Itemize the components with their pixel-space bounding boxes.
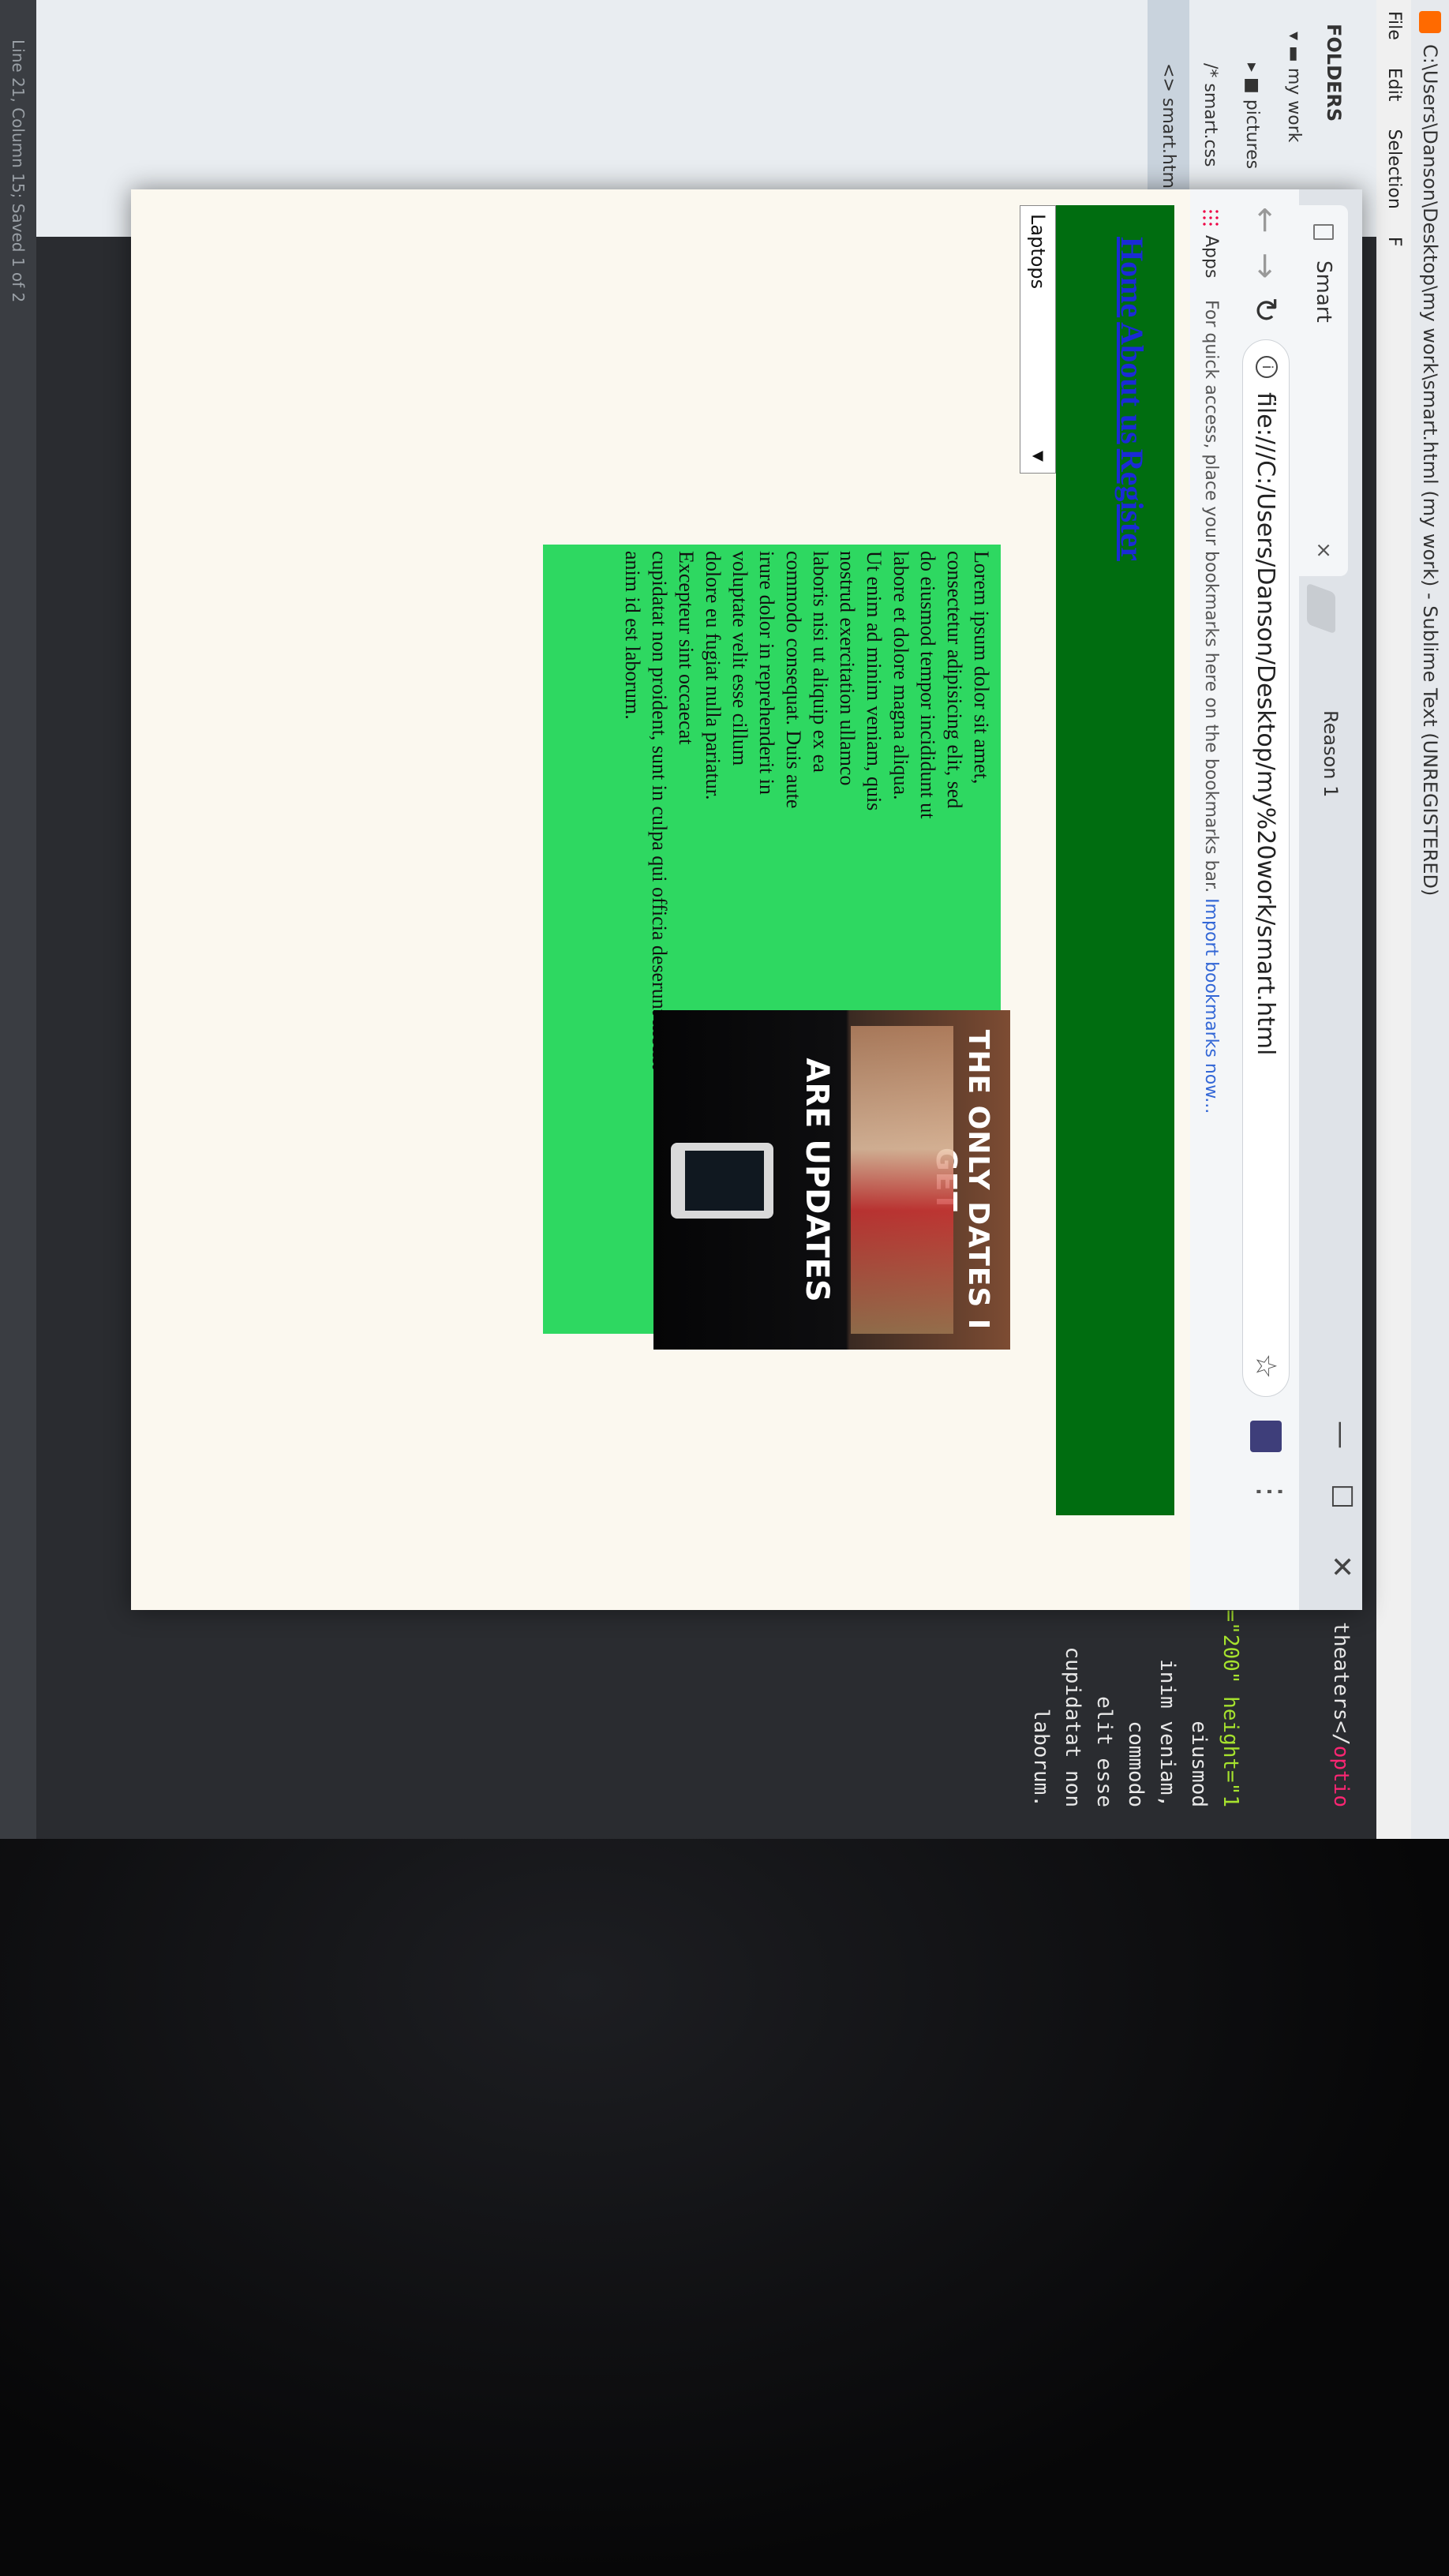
sidebar-item-label: smart.html (1159, 97, 1178, 194)
sidebar-item-label: smart.css (1200, 83, 1220, 167)
tab-title: Smart (1312, 260, 1335, 323)
apps-label[interactable]: Apps (1190, 235, 1231, 278)
apps-icon[interactable] (1201, 208, 1220, 227)
code-line: cupidatat non (1061, 1646, 1084, 1808)
minimize-icon[interactable]: — (1325, 1421, 1357, 1449)
lorem-line: do eiusmod tempor incididunt ut (916, 551, 939, 819)
sidebar-item-label: pictures (1242, 99, 1262, 170)
site-nav-bar: Home About us Register (1056, 205, 1174, 1515)
code-line: inim veniam, (1155, 1659, 1179, 1807)
reload-icon[interactable]: ↻ (1247, 297, 1283, 324)
code-line: elit esse (1092, 1696, 1116, 1807)
lorem-line: irure dolor in reprehenderit in (755, 551, 778, 795)
import-bookmarks-link[interactable]: Import bookmarks now... (1201, 898, 1221, 1114)
file-icon: /* (1200, 63, 1220, 84)
ad-people-photo (851, 1026, 953, 1334)
close-icon[interactable]: ✕ (1325, 1555, 1357, 1578)
browser-toolbar: ← → ↻ i file:///C:/Users/Danson/Desktop/… (1230, 189, 1299, 1610)
code-line: me theaters</optio (1329, 1585, 1353, 1807)
address-bar[interactable]: i file:///C:/Users/Danson/Desktop/my%20w… (1242, 339, 1290, 1397)
lorem-line: cupidatat non proident, sunt in culpa qu… (648, 551, 671, 1069)
category-select[interactable]: Laptops ▼ (1020, 205, 1056, 474)
lorem-line: Excepteur sint occaecat (675, 551, 698, 745)
forward-icon[interactable]: → (1247, 253, 1283, 279)
code-line: eiusmod (1187, 1720, 1211, 1807)
rotated-desktop: C:\Users\Danson\Desktop\my work\smart.ht… (0, 0, 1449, 1839)
nav-link-home[interactable]: Home (1114, 237, 1150, 317)
ad-caption-bottom: ARE UPDATES (799, 1058, 835, 1302)
sublime-logo-icon (1419, 11, 1441, 33)
menu-file[interactable]: File (1376, 0, 1411, 51)
code-line: laborum. (1029, 1708, 1053, 1807)
page-viewport: Home About us Register Laptops ▼ Lorem ips… (131, 189, 1190, 1610)
back-icon[interactable]: ← (1247, 207, 1283, 234)
more-menu-icon[interactable]: ⋮ (1252, 1476, 1288, 1507)
code-line: th="200" height="1 (1219, 1585, 1242, 1807)
sublime-titlebar: C:\Users\Danson\Desktop\my work\smart.ht… (1411, 0, 1449, 1839)
monitor-bezel (0, 1839, 1449, 2576)
browser-window: Smart × Reason 1 — ☐ ✕ ← → ↻ i file:///C… (131, 189, 1362, 1610)
folder-open-icon: ▾ ▬ (1284, 32, 1304, 68)
bookmarks-bar: Apps For quick access, place your bookma… (1189, 189, 1231, 1610)
url-text: file:///C:/Users/Danson/Desktop/my%20wor… (1252, 392, 1279, 1056)
ad-image: THE ONLY DATES I GET ARE UPDATES (653, 1010, 1010, 1350)
code-line: commodo (1124, 1720, 1148, 1807)
lorem-line: laboris nisi ut aliquip ex ea (809, 551, 832, 773)
menu-find[interactable]: F (1376, 226, 1411, 258)
browser-tabbar: Smart × Reason 1 — ☐ ✕ (1299, 189, 1362, 1610)
dropdown-arrow-icon: ▼ (1030, 451, 1046, 462)
nav-link-about-us[interactable]: About us (1114, 322, 1150, 444)
lorem-line: Lorem ipsum dolor sit amet, (970, 551, 993, 784)
lorem-text: Lorem ipsum dolor sit amet, consectetur a… (619, 551, 994, 1069)
lorem-line: commodo consequat. Duis aute (782, 551, 805, 809)
tab-smart[interactable]: Smart × (1299, 205, 1348, 576)
sublime-menubar: File Edit Selection F (1376, 0, 1411, 1839)
nav-links: Home About us Register (1114, 237, 1151, 566)
folder-icon: ▸ ■ (1242, 63, 1262, 99)
nav-link-register[interactable]: Register (1114, 449, 1150, 561)
lorem-line: nostrud exercitation ullamco (836, 551, 859, 786)
menu-edit[interactable]: Edit (1376, 57, 1411, 113)
info-icon[interactable]: i (1256, 356, 1278, 378)
star-icon[interactable]: ☆ (1241, 1354, 1289, 1379)
lorem-line: Ut enim ad minim veniam, quis (863, 551, 886, 811)
select-value: Laptops (1027, 214, 1049, 290)
lorem-line: anim id est laborum. (621, 551, 644, 720)
lorem-line: consectetur adipisicing elit, sed (943, 551, 966, 809)
lorem-line: voluptate velit esse cillum (728, 551, 751, 766)
new-tab-button[interactable] (1307, 582, 1335, 635)
bookmarks-hint-text: For quick access, place your bookmarks h… (1201, 300, 1221, 893)
sidebar-item-label: my work (1284, 67, 1304, 143)
tab-close-icon[interactable]: × (1299, 541, 1348, 559)
monitor-screen: C:\Users\Danson\Desktop\my work\smart.ht… (0, 0, 1449, 1839)
phone-icon (671, 1143, 773, 1219)
taskbar-label: Reason 1 (1320, 710, 1342, 798)
content-box: Lorem ipsum dolor sit amet, consectetur a… (543, 545, 1010, 1350)
page-icon (1313, 224, 1334, 240)
sublime-title: C:\Users\Danson\Desktop\my work\smart.ht… (1419, 44, 1441, 897)
menu-selection[interactable]: Selection (1376, 118, 1411, 219)
bookmarks-hint: For quick access, place your bookmarks h… (1190, 300, 1231, 1114)
html-file-icon: <> (1159, 63, 1178, 98)
lorem-line: labore et dolore magna aliqua. (889, 551, 912, 800)
sublime-statusbar: Line 21, Column 15; Saved 1 of 2 (0, 0, 36, 1839)
lorem-line: dolore eu fugiat nulla pariatur. (702, 551, 724, 800)
extension-icon[interactable] (1250, 1421, 1282, 1452)
maximize-icon[interactable]: ☐ (1325, 1484, 1357, 1509)
